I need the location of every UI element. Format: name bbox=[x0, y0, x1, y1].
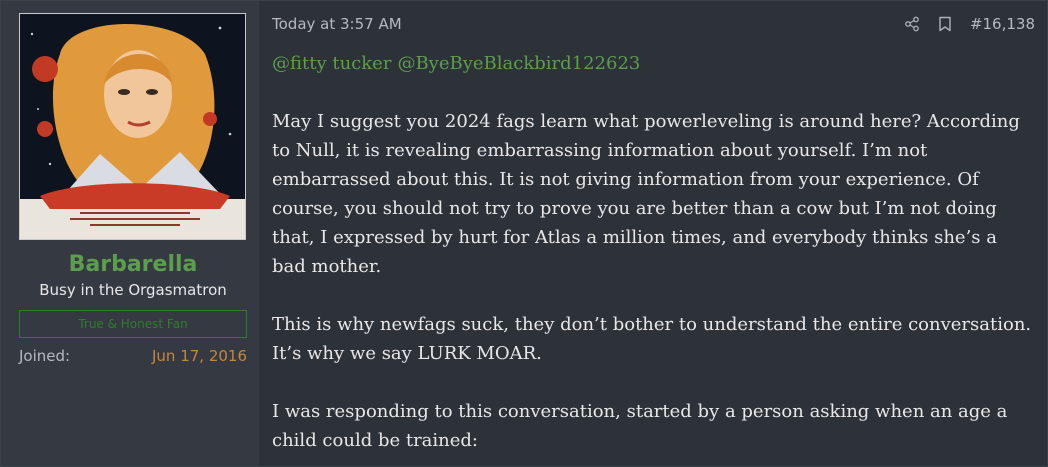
username[interactable]: Barbarella bbox=[19, 250, 247, 280]
message-panel: Today at 3:57 AM #16,138 @fitty tucker @… bbox=[259, 1, 1047, 466]
user-title: Busy in the Orgasmatron bbox=[39, 281, 227, 299]
message-paragraph: May I suggest you 2024 fags learn what p… bbox=[272, 111, 1020, 277]
joined-label: Joined: bbox=[19, 347, 71, 365]
post-actions: #16,138 bbox=[904, 15, 1035, 33]
avatar[interactable] bbox=[19, 13, 246, 240]
forum-post: Barbarella Busy in the Orgasmatron True … bbox=[0, 0, 1048, 467]
bookmark-icon[interactable] bbox=[938, 16, 952, 32]
poster-avatar-image bbox=[20, 14, 245, 239]
user-banner: True & Honest Fan bbox=[19, 310, 247, 338]
mention-link[interactable]: @fitty tucker bbox=[272, 53, 391, 74]
message-paragraph: I was responding to this conversation, s… bbox=[272, 401, 1008, 451]
message-body: @fitty tucker @ByeByeBlackbird122623 May … bbox=[272, 49, 1035, 455]
user-panel: Barbarella Busy in the Orgasmatron True … bbox=[1, 1, 259, 466]
share-icon[interactable] bbox=[904, 16, 920, 32]
post-timestamp[interactable]: Today at 3:57 AM bbox=[272, 15, 402, 33]
message-meta: Today at 3:57 AM #16,138 bbox=[272, 13, 1035, 35]
joined-row: Joined: Jun 17, 2016 bbox=[19, 347, 247, 365]
mentions: @fitty tucker @ByeByeBlackbird122623 bbox=[272, 49, 1035, 78]
joined-value: Jun 17, 2016 bbox=[151, 347, 247, 365]
message-paragraph: This is why newfags suck, they don’t bot… bbox=[272, 314, 1032, 364]
mention-link[interactable]: @ByeByeBlackbird122623 bbox=[397, 53, 640, 74]
post-number[interactable]: #16,138 bbox=[970, 15, 1035, 33]
